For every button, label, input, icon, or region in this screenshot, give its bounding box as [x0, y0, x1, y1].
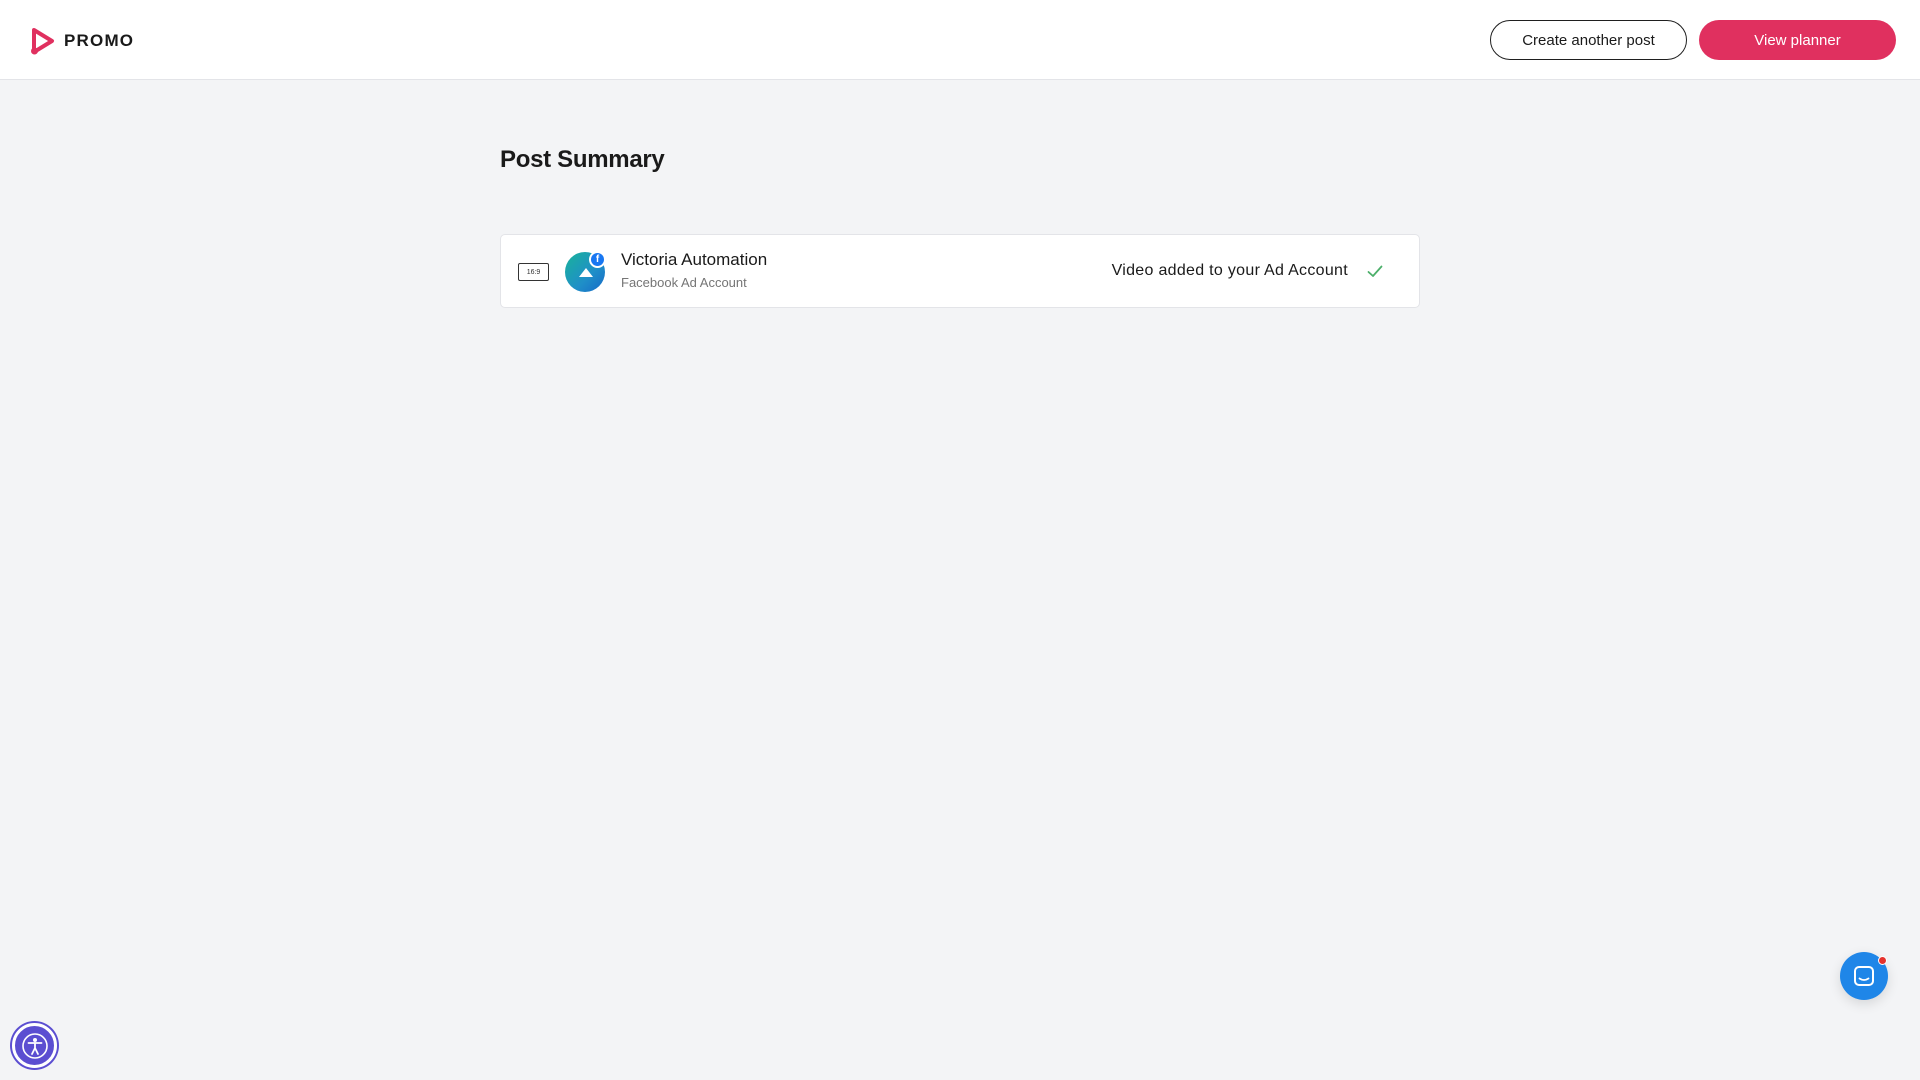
mountain-icon — [579, 268, 593, 277]
promo-logo[interactable]: PROMO — [30, 27, 134, 55]
post-status-text: Video added to your Ad Account — [1111, 262, 1348, 279]
create-another-post-button[interactable]: Create another post — [1490, 20, 1687, 60]
account-avatar: f — [565, 251, 606, 292]
promo-logo-icon — [31, 28, 54, 55]
logo-text: PROMO — [64, 31, 135, 50]
account-name: Victoria Automation — [621, 250, 768, 269]
chat-launcher-button[interactable] — [1840, 952, 1888, 1000]
page-title: Post Summary — [500, 146, 665, 173]
accessibility-icon — [21, 1032, 48, 1059]
accessibility-button[interactable] — [12, 1023, 57, 1068]
aspect-ratio-label: 16:9 — [526, 268, 541, 276]
facebook-icon: f — [589, 251, 606, 268]
post-summary-row: 16:9 f Victoria Automation Facebook Ad A… — [500, 234, 1420, 308]
aspect-ratio-icon: 16:9 — [518, 263, 549, 281]
chat-icon — [1854, 966, 1874, 986]
top-bar: PROMO Create another post View planner — [0, 0, 1920, 80]
notification-dot — [1878, 956, 1887, 965]
check-icon — [1367, 265, 1383, 277]
facebook-badge-glyph: f — [595, 254, 600, 265]
account-type: Facebook Ad Account — [621, 275, 747, 290]
view-planner-button[interactable]: View planner — [1699, 20, 1896, 60]
